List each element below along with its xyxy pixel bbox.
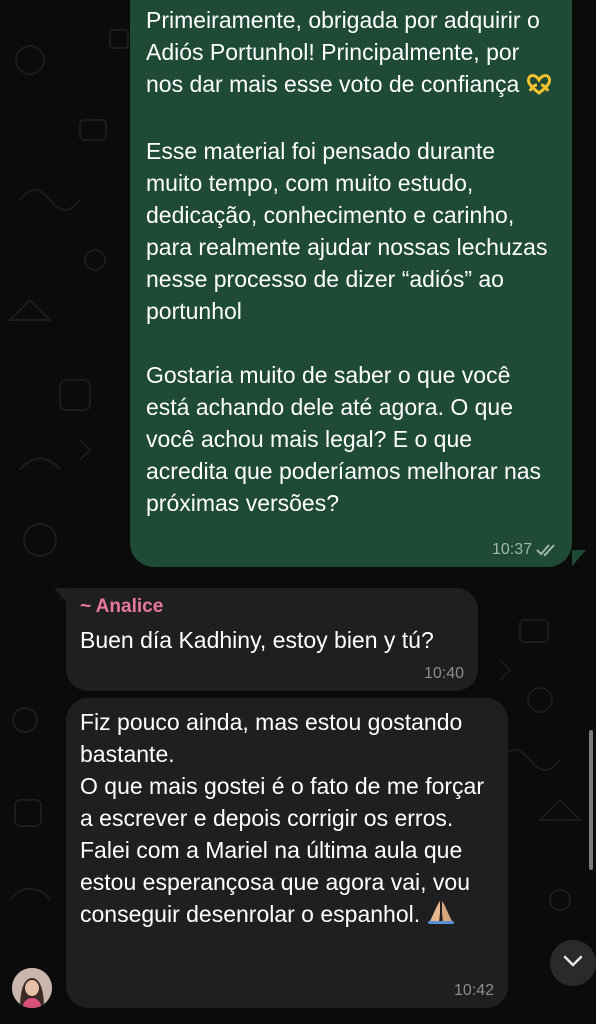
avatar[interactable] bbox=[12, 968, 52, 1008]
message-time: 10:37 bbox=[491, 541, 532, 558]
message-time: 10:42 bbox=[453, 982, 494, 999]
message-time: 10:40 bbox=[423, 665, 464, 682]
outgoing-bubble-tail bbox=[572, 550, 586, 566]
message-line: O que mais gostei é o fato de me forçar … bbox=[80, 773, 484, 831]
outgoing-paragraph: Esse material foi pensado durante muito … bbox=[146, 138, 548, 324]
sender-name[interactable]: ~ Analice bbox=[80, 596, 163, 618]
scroll-to-bottom-button[interactable] bbox=[550, 940, 596, 986]
incoming-message-text: Buen día Kadhiny, estoy bien y tú? bbox=[80, 627, 434, 653]
message-line: Fiz pouco ainda, mas estou gostando bast… bbox=[80, 709, 463, 767]
outgoing-paragraph: Gostaria muito de saber o que você está … bbox=[146, 362, 542, 516]
outgoing-message-text: Primeiramente, obrigada por adquirir o A… bbox=[146, 4, 556, 519]
double-check-icon bbox=[536, 543, 558, 557]
scrollbar[interactable] bbox=[589, 730, 593, 870]
outgoing-paragraph: Primeiramente, obrigada por adquirir o A… bbox=[146, 7, 540, 97]
outgoing-message[interactable]: Primeiramente, obrigada por adquirir o A… bbox=[130, 0, 572, 567]
message-meta: 10:37 bbox=[492, 541, 558, 559]
incoming-message[interactable]: ~ Analice Buen día Kadhiny, estoy bien y… bbox=[66, 588, 478, 691]
praying-hands-emoji bbox=[427, 899, 455, 933]
message-line: Falei com a Mariel na última aula que es… bbox=[80, 837, 470, 927]
incoming-message[interactable]: Fiz pouco ainda, mas estou gostando bast… bbox=[66, 698, 508, 1008]
incoming-message-text: Fiz pouco ainda, mas estou gostando bast… bbox=[80, 706, 498, 933]
heart-hands-emoji bbox=[526, 71, 552, 103]
chevron-down-icon bbox=[563, 954, 583, 972]
